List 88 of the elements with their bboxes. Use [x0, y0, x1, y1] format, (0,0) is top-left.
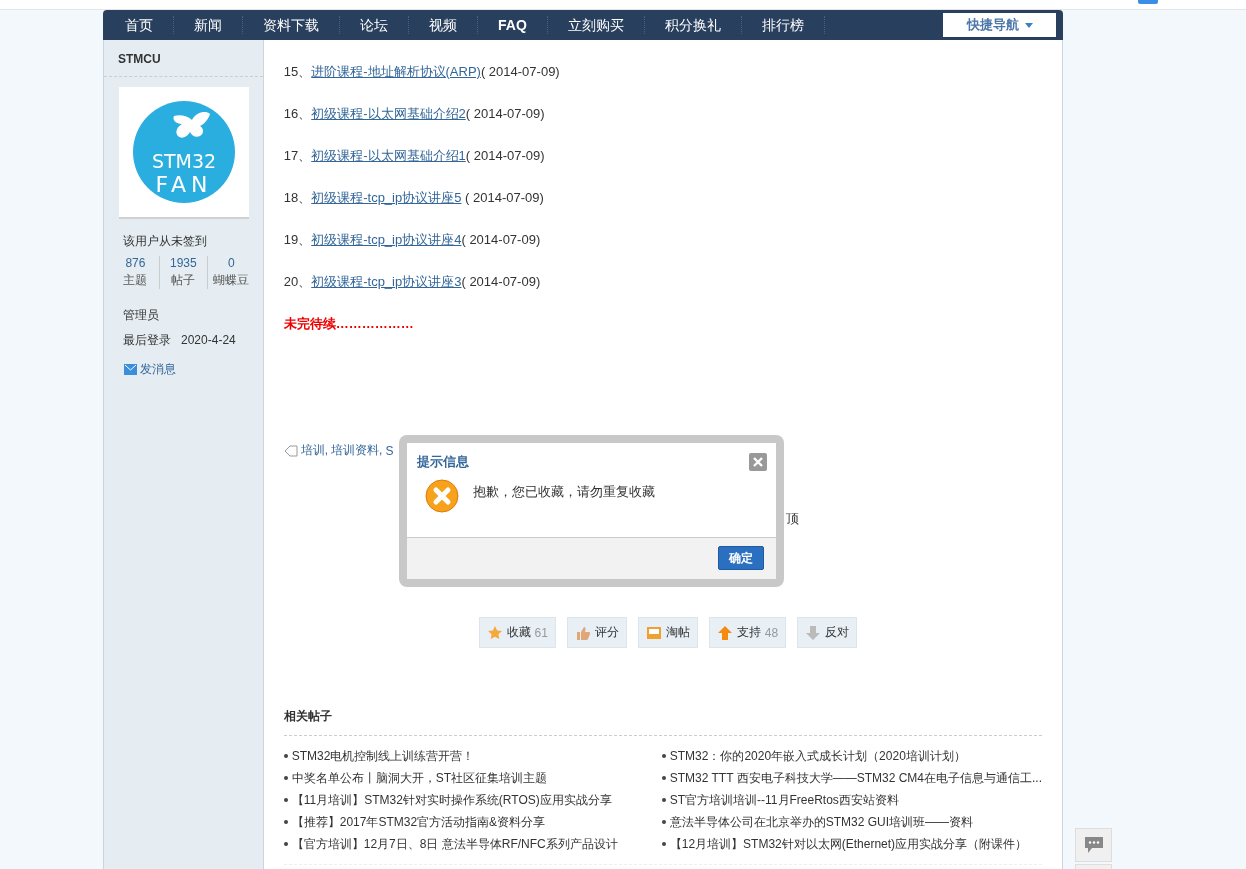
- item-date: ( 2014-07-09): [461, 232, 541, 247]
- bullet-icon: [283, 754, 288, 758]
- item-date: ( 2014-07-09): [465, 106, 545, 121]
- related-post-link[interactable]: STM32：你的2020年嵌入式成长计划（2020培训计划）: [661, 748, 1042, 764]
- tray-icon: [645, 624, 662, 641]
- last-login: 最后登录 2020-4-24: [122, 332, 237, 349]
- nav-item[interactable]: 排行榜: [741, 16, 825, 34]
- stat-label: 蝴蝶豆: [213, 272, 250, 289]
- item-date: ( 2014-07-09): [480, 64, 560, 79]
- stat-value[interactable]: 1935: [170, 256, 197, 270]
- item-date: ( 2014-07-09): [464, 190, 544, 205]
- post-action-button[interactable]: 评分: [566, 617, 627, 648]
- message-link[interactable]: 发消息: [124, 361, 263, 378]
- nav-item[interactable]: 首页: [105, 16, 174, 34]
- item-number: 19、: [283, 232, 312, 247]
- down-arrow-icon: [805, 624, 822, 641]
- star-icon: [486, 624, 503, 641]
- bullet-icon: [283, 798, 288, 802]
- thumbs-up-icon: [574, 624, 591, 641]
- nav-item[interactable]: 资料下载: [243, 16, 340, 34]
- lesson-link[interactable]: 初级课程-以太网基础介绍1: [311, 148, 466, 163]
- item-number: 15、: [283, 64, 312, 79]
- nav-item[interactable]: 新闻: [174, 16, 243, 34]
- tag-link[interactable]: 培训,: [300, 442, 329, 459]
- post-action-button[interactable]: 支持 48: [708, 617, 787, 648]
- lesson-link[interactable]: 初级课程-tcp_ip协议讲座5: [311, 190, 462, 205]
- item-date: ( 2014-07-09): [461, 274, 541, 289]
- item-number: 16、: [283, 106, 312, 121]
- bullet-icon: [661, 776, 666, 780]
- stat-value[interactable]: 876: [125, 256, 146, 270]
- lesson-link[interactable]: 进阶课程-地址解析协议(ARP): [311, 64, 481, 79]
- to-be-continued-note: 未完待续………………: [283, 315, 415, 333]
- user-group: 管理员: [104, 307, 263, 324]
- post-action-button[interactable]: 反对: [797, 617, 858, 648]
- quick-nav-button[interactable]: 快捷导航: [943, 13, 1056, 37]
- up-arrow-icon: [716, 624, 733, 641]
- top-text: 顶: [785, 510, 799, 528]
- related-post-link[interactable]: 中奖名单公布丨脑洞大开，ST社区征集培训主题: [283, 770, 662, 786]
- nav-item[interactable]: 视频: [409, 16, 478, 34]
- lesson-link[interactable]: 初级课程-以太网基础介绍2: [311, 106, 466, 121]
- close-icon: [752, 457, 763, 467]
- item-number: 18、: [283, 190, 312, 205]
- error-icon: [424, 479, 459, 513]
- post-action-button[interactable]: 收藏 61: [478, 617, 556, 648]
- confirm-button[interactable]: 确定: [717, 546, 764, 570]
- caret-icon: [1024, 22, 1033, 28]
- related-post-link[interactable]: 意法半导体公司在北京举办的STM32 GUI培训班——资料: [661, 814, 1042, 830]
- bullet-icon: [283, 776, 288, 780]
- username: STMCU: [104, 40, 263, 77]
- related-posts-heading: 相关帖子: [283, 708, 1042, 736]
- bullet-icon: [661, 754, 666, 758]
- bullet-icon: [661, 798, 666, 802]
- bullet-icon: [661, 842, 666, 846]
- nav-item[interactable]: 论坛: [340, 16, 409, 34]
- related-post-link[interactable]: 【12月培训】STM32针对以太网(Ethernet)应用实战分享（附课件）: [661, 836, 1042, 852]
- chat-icon: [1083, 836, 1104, 854]
- nav-item[interactable]: 积分换礼: [644, 16, 742, 34]
- close-button[interactable]: [748, 453, 767, 471]
- stat-label: 帖子: [171, 272, 196, 289]
- browser-badge: [1138, 0, 1158, 4]
- related-post-link[interactable]: STM32电机控制线上训练营开营！: [283, 748, 662, 764]
- bullet-icon: [661, 820, 666, 824]
- nav-item[interactable]: FAQ: [478, 16, 548, 34]
- mail-icon: [124, 364, 137, 375]
- post-action-button[interactable]: 淘帖: [637, 617, 698, 648]
- lesson-link[interactable]: 初级课程-tcp_ip协议讲座3: [311, 274, 462, 289]
- dialog-title: 提示信息: [416, 453, 469, 471]
- item-date: ( 2014-07-09): [465, 148, 545, 163]
- item-number: 17、: [283, 148, 312, 163]
- related-post-link[interactable]: 【推荐】2017年STM32官方活动指南&资料分享: [283, 814, 662, 830]
- stat-value[interactable]: 0: [227, 256, 235, 270]
- tag-icon: [283, 444, 298, 457]
- bullet-icon: [283, 842, 288, 846]
- item-number: 20、: [283, 274, 312, 289]
- logo-drawing: STM32 FAN: [132, 100, 236, 204]
- lesson-link[interactable]: 初级课程-tcp_ip协议讲座4: [311, 232, 462, 247]
- related-post-link[interactable]: 【11月培训】STM32针对实时操作系统(RTOS)应用实战分享: [283, 792, 662, 808]
- tag-link[interactable]: S: [385, 443, 394, 458]
- tag-link[interactable]: 培训资料,: [331, 442, 383, 459]
- related-post-link[interactable]: 【官方培训】12月7日、8日 意法半导体RF/NFC系列产品设计: [283, 836, 662, 852]
- bullet-icon: [283, 820, 288, 824]
- stat-label: 主题: [123, 272, 148, 289]
- related-post-link[interactable]: STM32 TTT 西安电子科技大学——STM32 CM4在电子信息与通信工...: [661, 770, 1042, 786]
- nav-item[interactable]: 立刻购买: [547, 16, 645, 34]
- checkin-status: 该用户从未签到: [122, 233, 208, 250]
- related-post-link[interactable]: ST官方培训培训--11月FreeRtos西安站资料: [661, 792, 1042, 808]
- chat-button[interactable]: [1075, 828, 1112, 862]
- dialog-message: 抱歉，您已收藏，请勿重复收藏: [472, 483, 655, 501]
